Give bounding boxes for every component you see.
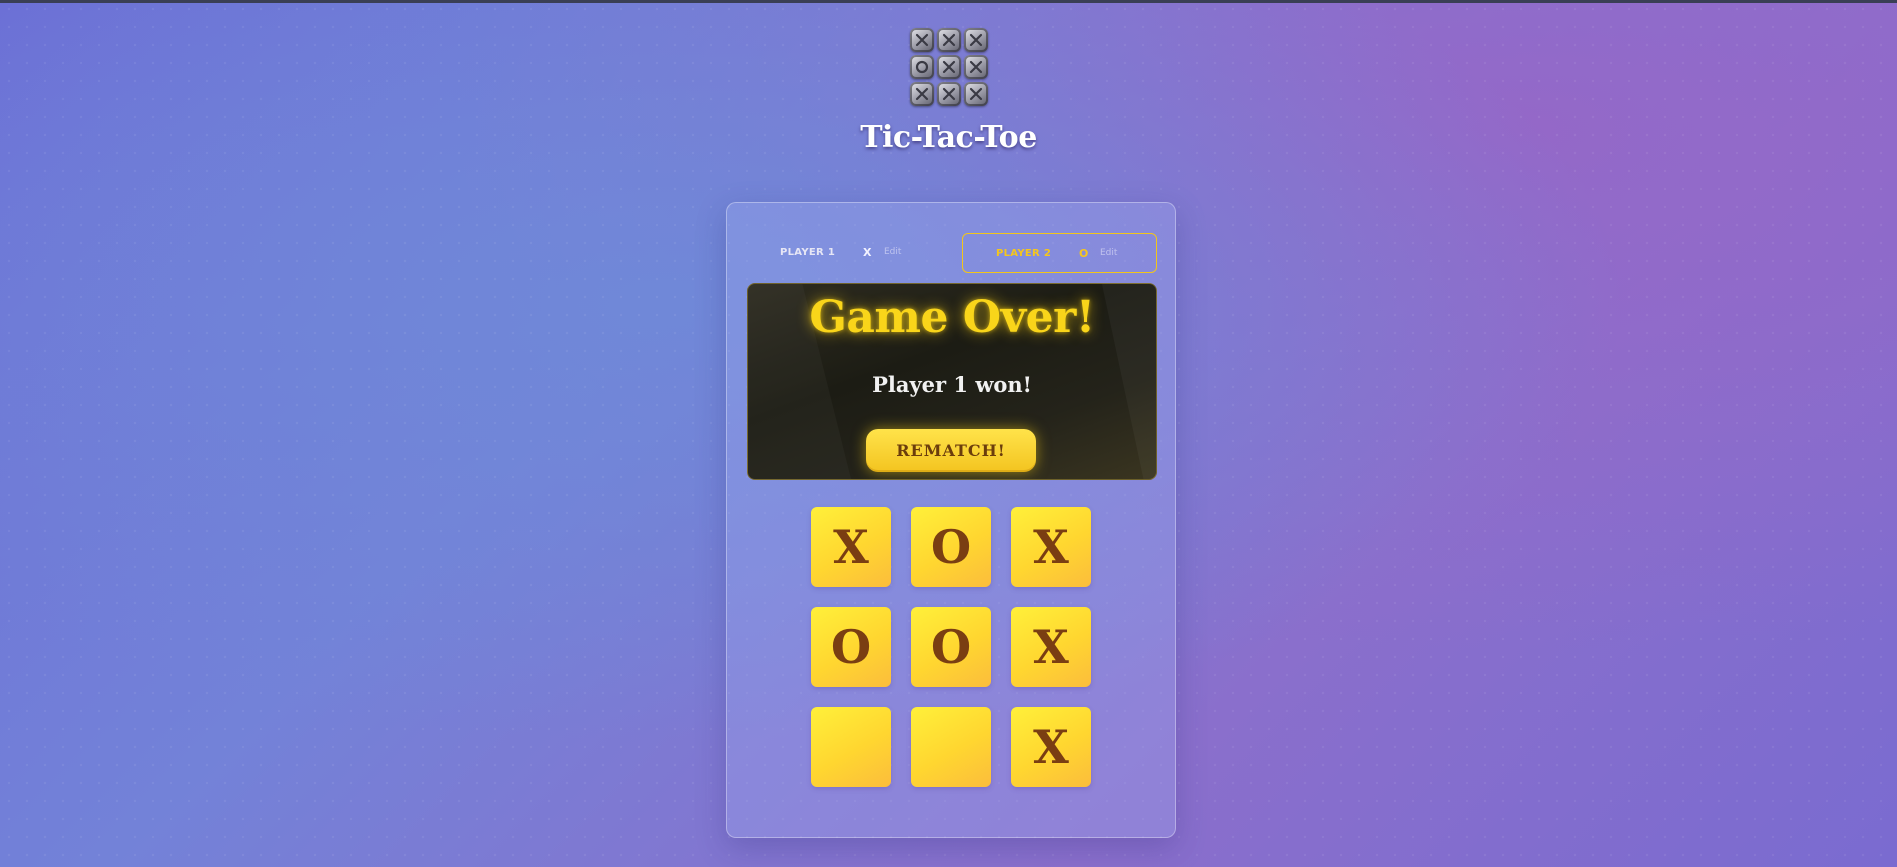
board-cell-6[interactable]: X (1011, 607, 1091, 687)
logo-cell (936, 82, 961, 106)
game-over-title: Game Over! (809, 292, 1095, 343)
logo-cell (936, 55, 961, 79)
board-cell-2[interactable]: O (911, 507, 991, 587)
game-over-panel: Game Over! Player 1 won! REMATCH! (747, 283, 1157, 480)
logo-cell (963, 28, 988, 52)
player-1-name: PLAYER 1 (780, 247, 836, 258)
logo-cell (936, 28, 961, 52)
board-cell-5[interactable]: O (911, 607, 991, 687)
logo-cell (909, 55, 934, 79)
board-cell-7[interactable] (811, 707, 891, 787)
board-cell-9[interactable]: X (1011, 707, 1091, 787)
player-1-panel: PLAYER 1 X Edit (747, 233, 942, 273)
game-board: X O X O O X X (811, 507, 1091, 787)
window-top-border (0, 0, 1897, 3)
board-cell-8[interactable] (911, 707, 991, 787)
rematch-button[interactable]: REMATCH! (866, 429, 1036, 472)
game-card: PLAYER 1 X Edit PLAYER 2 O Edit Game Ove… (726, 202, 1176, 838)
logo-cell (909, 28, 934, 52)
logo-cell (909, 82, 934, 106)
logo-cell (963, 82, 988, 106)
player-2-panel: PLAYER 2 O Edit (962, 233, 1157, 273)
players-bar: PLAYER 1 X Edit PLAYER 2 O Edit (747, 233, 1157, 273)
player-2-symbol: O (1079, 247, 1089, 260)
board-cell-3[interactable]: X (1011, 507, 1091, 587)
logo-cell (963, 55, 988, 79)
board-cell-1[interactable]: X (811, 507, 891, 587)
player-1-edit-link[interactable]: Edit (884, 247, 901, 257)
player-2-edit-link[interactable]: Edit (1100, 248, 1117, 258)
player-1-symbol: X (863, 246, 872, 259)
page-title: Tic-Tac-Toe (860, 120, 1037, 155)
tic-tac-toe-logo-icon (908, 26, 990, 108)
board-cell-4[interactable]: O (811, 607, 891, 687)
header: Tic-Tac-Toe (0, 26, 1897, 155)
player-2-name: PLAYER 2 (996, 248, 1052, 259)
winner-message: Player 1 won! (872, 372, 1032, 397)
